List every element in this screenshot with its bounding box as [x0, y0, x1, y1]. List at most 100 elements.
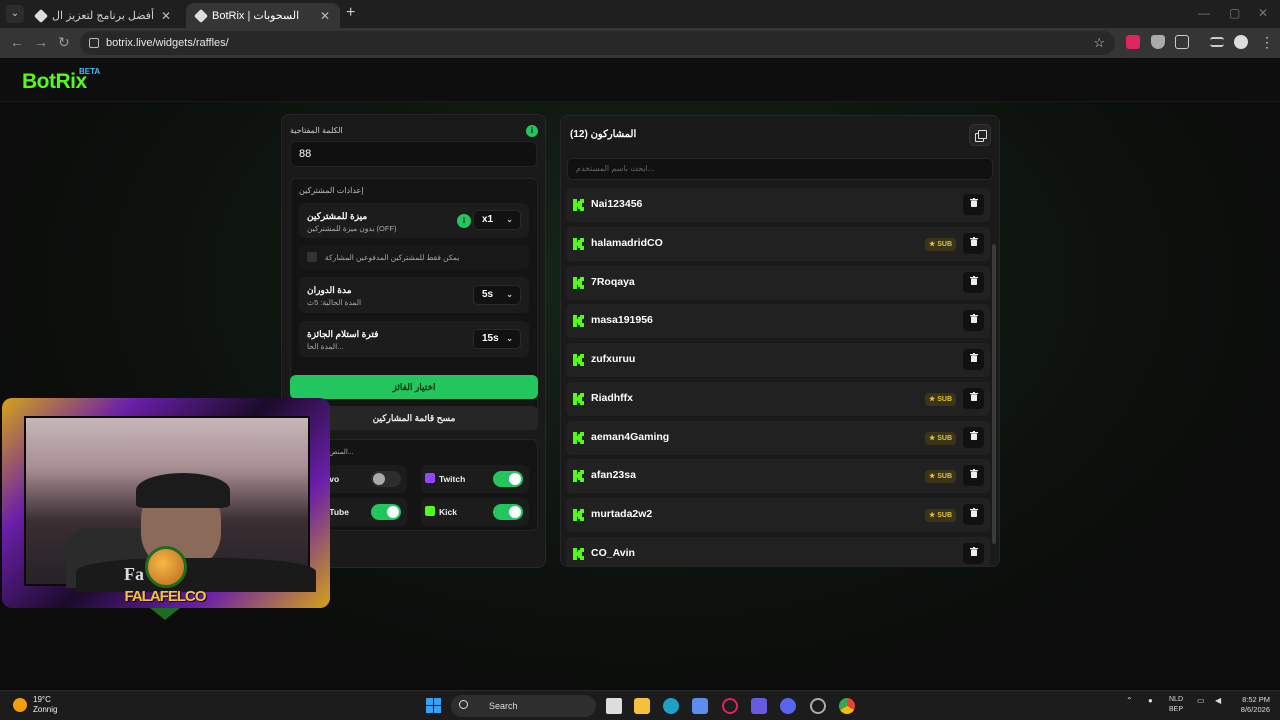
- store-icon[interactable]: [692, 698, 708, 714]
- microphone-icon[interactable]: ●: [1148, 696, 1153, 705]
- only-paid-checkbox[interactable]: [307, 252, 317, 262]
- address-bar[interactable]: botrix.live/widgets/raffles/ ☆: [80, 31, 1115, 55]
- only-paid-row[interactable]: يمكن فقط للمشتركين المدفوعين المشاركة: [299, 245, 529, 269]
- taskbar-search[interactable]: Search: [451, 695, 596, 717]
- search-icon: [459, 700, 468, 709]
- discord-icon[interactable]: [780, 698, 796, 714]
- extension-record-icon[interactable]: [1126, 35, 1140, 49]
- delete-participant-button[interactable]: [963, 349, 984, 370]
- platform-name: Kick: [439, 507, 457, 517]
- kick-icon: [573, 547, 584, 560]
- browser-tab-raffles[interactable]: BotRix | السحوبات ✕: [186, 3, 340, 28]
- maximize-icon[interactable]: ▢: [1229, 6, 1240, 20]
- new-tab-button[interactable]: +: [346, 5, 355, 21]
- delete-participant-button[interactable]: [963, 542, 984, 564]
- kick-icon: [425, 506, 435, 516]
- browser-tab-widgets[interactable]: الويدجتات | أفضل برنامج لتعزيز ال... ✕: [26, 3, 181, 28]
- minimize-icon[interactable]: —: [1198, 6, 1210, 20]
- sub-badge-label: SUB: [937, 395, 952, 403]
- delete-participant-button[interactable]: [963, 310, 984, 332]
- botrix-logo[interactable]: BotRix: [22, 70, 87, 94]
- kick-icon: [573, 431, 584, 444]
- task-view-icon[interactable]: [606, 698, 622, 714]
- site-header: BotRix BETA: [0, 58, 1280, 102]
- close-window-icon[interactable]: ✕: [1258, 6, 1268, 20]
- page-content: BotRix BETA i الكلمة المفتاحية 88 إعدادا…: [0, 58, 1280, 690]
- keyword-input[interactable]: 88: [290, 141, 537, 167]
- sub-advantage-title: ميزة للمشتركين: [307, 211, 368, 221]
- spin-duration-select[interactable]: 5s ⌄: [473, 285, 521, 305]
- participant-row: zufxuruu: [566, 343, 990, 377]
- sun-icon[interactable]: [13, 698, 27, 712]
- twitch-toggle[interactable]: [493, 471, 523, 487]
- extension-shield-icon[interactable]: [1151, 35, 1165, 49]
- participant-name: CO_Avin: [591, 546, 635, 559]
- participant-search-input[interactable]: ابحث باسم المستخدم...: [567, 158, 993, 180]
- kick-icon: [573, 354, 584, 366]
- tray-chevron-icon[interactable]: ⌃: [1126, 696, 1133, 705]
- menu-kebab-icon[interactable]: ⋮: [1260, 34, 1274, 51]
- platform-kick: Kick: [421, 498, 529, 526]
- participants-list: Nai123456 halamadridCO ★ SUB 7Roqaya masa191…: [566, 188, 990, 566]
- delete-participant-button[interactable]: [963, 194, 984, 215]
- delete-participant-button[interactable]: [963, 504, 984, 525]
- delete-participant-button[interactable]: [963, 426, 984, 448]
- taskbar-clock[interactable]: 8:52 PM 8/6/2026: [1230, 695, 1270, 715]
- participants-scrollbar[interactable]: [992, 244, 996, 544]
- opera-icon[interactable]: [722, 698, 738, 714]
- language-indicator[interactable]: NLD BEP: [1169, 695, 1183, 715]
- delete-participant-button[interactable]: [963, 232, 984, 254]
- back-icon[interactable]: ←: [10, 34, 24, 50]
- info-icon[interactable]: i: [457, 214, 471, 228]
- claim-period-select[interactable]: 15s ⌄: [473, 329, 521, 349]
- volume-icon[interactable]: ◀: [1215, 696, 1221, 705]
- participants-panel: المشاركون (12) ابحث باسم المستخدم... Nai…: [560, 115, 1000, 567]
- extensions-puzzle-icon[interactable]: [1175, 35, 1189, 49]
- botrix-favicon-icon: [33, 8, 49, 23]
- participant-row: halamadridCO ★ SUB: [566, 226, 990, 261]
- forward-icon[interactable]: →: [34, 34, 48, 50]
- kick-icon: [573, 392, 584, 405]
- info-icon[interactable]: i: [526, 125, 538, 137]
- youtube-toggle[interactable]: [371, 504, 401, 520]
- close-tab-icon[interactable]: ✕: [320, 5, 330, 27]
- delete-participant-button[interactable]: [963, 465, 984, 487]
- delete-participant-button[interactable]: [963, 387, 984, 409]
- chevron-down-icon: ⌄: [506, 290, 513, 299]
- sub-badge: ★ SUB: [924, 509, 956, 522]
- participant-row: 7Roqaya: [566, 265, 990, 300]
- weather-widget[interactable]: 19°C Zonnig: [33, 695, 57, 715]
- pick-winner-button[interactable]: اختيار الفائز: [290, 375, 538, 399]
- copy-icon[interactable]: [969, 124, 991, 146]
- app-icon-2[interactable]: [810, 698, 826, 714]
- reload-icon[interactable]: ↻: [58, 34, 70, 51]
- multiplier-select[interactable]: x1 ⌄: [473, 210, 521, 230]
- chrome-icon[interactable]: [839, 698, 855, 714]
- claim-period-value: 15s: [482, 333, 499, 344]
- sub-badge: ★ SUB: [924, 470, 956, 484]
- trovo-toggle[interactable]: [371, 471, 401, 487]
- star-icon: ★: [928, 240, 936, 248]
- site-info-icon[interactable]: [89, 38, 99, 48]
- edge-icon[interactable]: [663, 698, 679, 714]
- tab-search-button[interactable]: ⌄: [6, 5, 24, 23]
- app-icon[interactable]: [751, 698, 767, 714]
- sub-badge: ★ SUB: [924, 237, 956, 251]
- star-icon: ★: [928, 395, 936, 403]
- participant-name: murtada2w2: [591, 508, 653, 520]
- close-tab-icon[interactable]: ✕: [161, 5, 171, 27]
- bookmark-star-icon[interactable]: ☆: [1093, 31, 1105, 55]
- file-explorer-icon[interactable]: [634, 698, 650, 714]
- falafel-mascot-icon: [145, 546, 187, 588]
- kick-icon: [573, 276, 584, 289]
- platform-name: Twitch: [439, 474, 466, 484]
- kick-icon: [573, 199, 584, 211]
- windows-start-icon[interactable]: [426, 698, 441, 713]
- participant-row: Nai123456: [566, 188, 990, 222]
- reading-list-icon[interactable]: [1210, 37, 1224, 47]
- network-icon[interactable]: ▭: [1197, 696, 1205, 705]
- kick-toggle[interactable]: [493, 504, 523, 520]
- delete-participant-button[interactable]: [963, 271, 984, 293]
- profile-avatar-icon[interactable]: [1234, 35, 1248, 49]
- sub-advantage-desc: بدون ميزة للمشتركين (OFF): [307, 224, 397, 233]
